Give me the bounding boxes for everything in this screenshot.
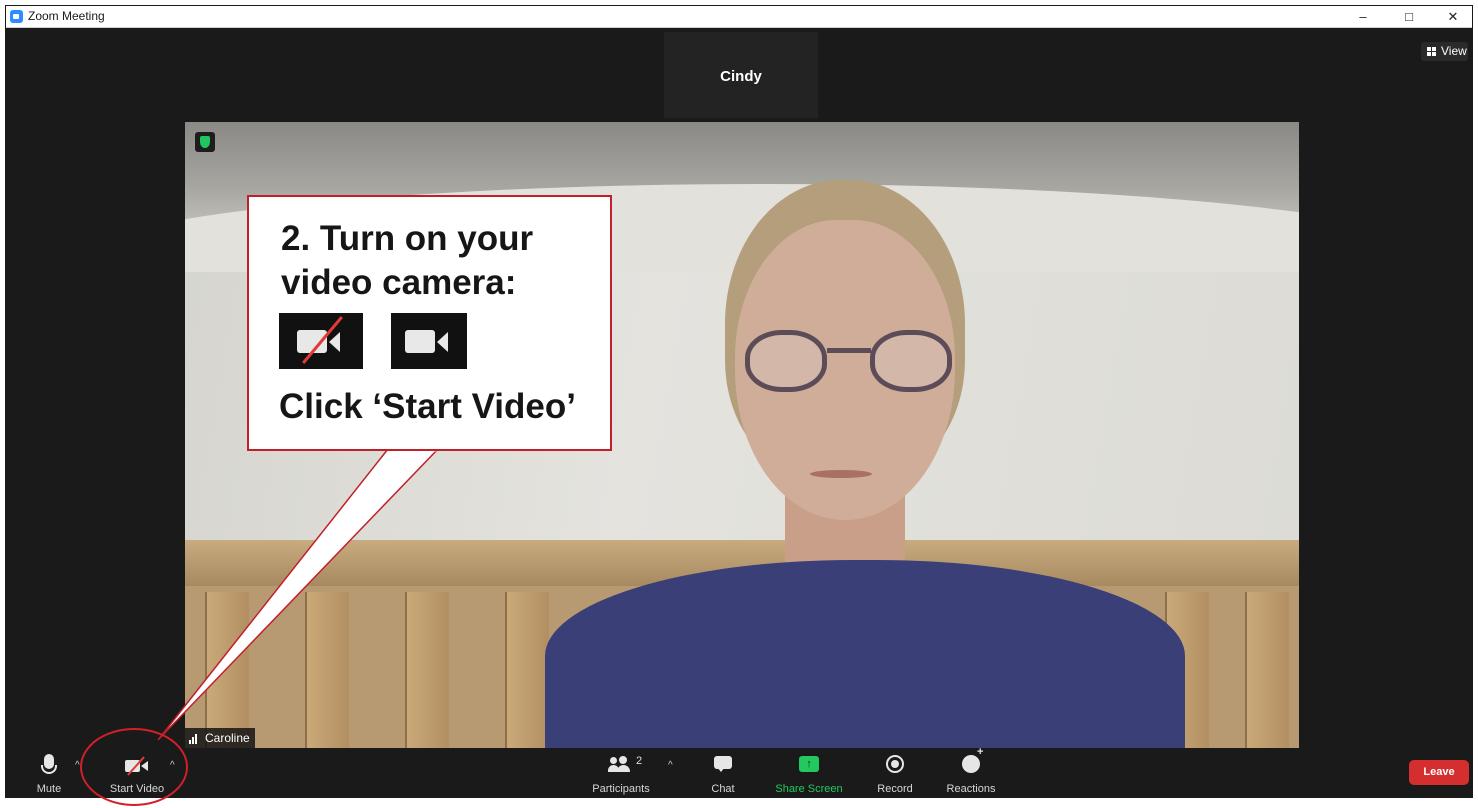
title-bar: Zoom Meeting – □ ✕ (6, 6, 1472, 28)
microphone-icon (41, 754, 57, 774)
thumbnail-name: Cindy (720, 68, 762, 85)
share-screen-label: Share Screen (775, 783, 843, 795)
callout-step-text: 2. Turn on your video camera: (281, 219, 534, 302)
maximize-button[interactable]: □ (1386, 6, 1432, 27)
shield-icon[interactable] (195, 132, 215, 152)
meeting-stage: Cindy View Caroline (6, 28, 1472, 748)
participants-icon (608, 756, 632, 772)
record-icon (886, 755, 904, 773)
callout-camera-icons (279, 313, 479, 369)
participants-options-caret[interactable]: ^ (668, 760, 673, 771)
participants-count: 2 (636, 755, 643, 767)
view-grid-icon (1427, 47, 1437, 56)
callout-action-text: Click ‘Start Video’ (279, 387, 576, 426)
participants-button[interactable]: 2 Participants (586, 748, 656, 798)
chat-icon (714, 756, 732, 772)
instruction-callout: 2. Turn on your video camera: Click ‘Sta… (247, 195, 612, 451)
record-label: Record (877, 783, 913, 795)
record-button[interactable]: Record (870, 748, 920, 798)
reactions-icon (962, 746, 983, 773)
zoom-app-icon (10, 10, 23, 23)
zoom-window: Zoom Meeting – □ ✕ Cindy View Caroline M… (5, 5, 1473, 798)
chat-button[interactable]: Chat (703, 748, 743, 798)
meeting-toolbar: Mute ^ Start Video ^ 2 Participants ^ Ch… (6, 746, 1472, 798)
window-title: Zoom Meeting (28, 9, 105, 23)
mute-label: Mute (36, 783, 62, 795)
video-off-icon (279, 313, 363, 369)
participant-thumbnail[interactable]: Cindy (664, 32, 818, 118)
participants-label: Participants (592, 783, 650, 795)
close-button[interactable]: ✕ (1430, 6, 1476, 27)
reactions-label: Reactions (946, 783, 996, 795)
participant-person (545, 180, 1185, 748)
mute-button[interactable]: Mute (26, 748, 72, 798)
participant-name-tag: Caroline (185, 728, 255, 748)
chat-label: Chat (711, 783, 735, 795)
participant-name: Caroline (205, 731, 250, 745)
start-video-highlight (80, 728, 188, 806)
minimize-button[interactable]: – (1340, 6, 1386, 27)
share-screen-button[interactable]: ↑ Share Screen (770, 748, 848, 798)
signal-icon (189, 734, 201, 744)
reactions-button[interactable]: Reactions (940, 746, 1002, 798)
audio-options-caret[interactable]: ^ (75, 760, 80, 771)
share-screen-icon: ↑ (799, 756, 819, 772)
leave-button[interactable]: Leave (1409, 760, 1469, 785)
view-button[interactable]: View (1421, 42, 1468, 61)
video-on-icon (391, 313, 467, 369)
view-label: View (1441, 44, 1467, 58)
